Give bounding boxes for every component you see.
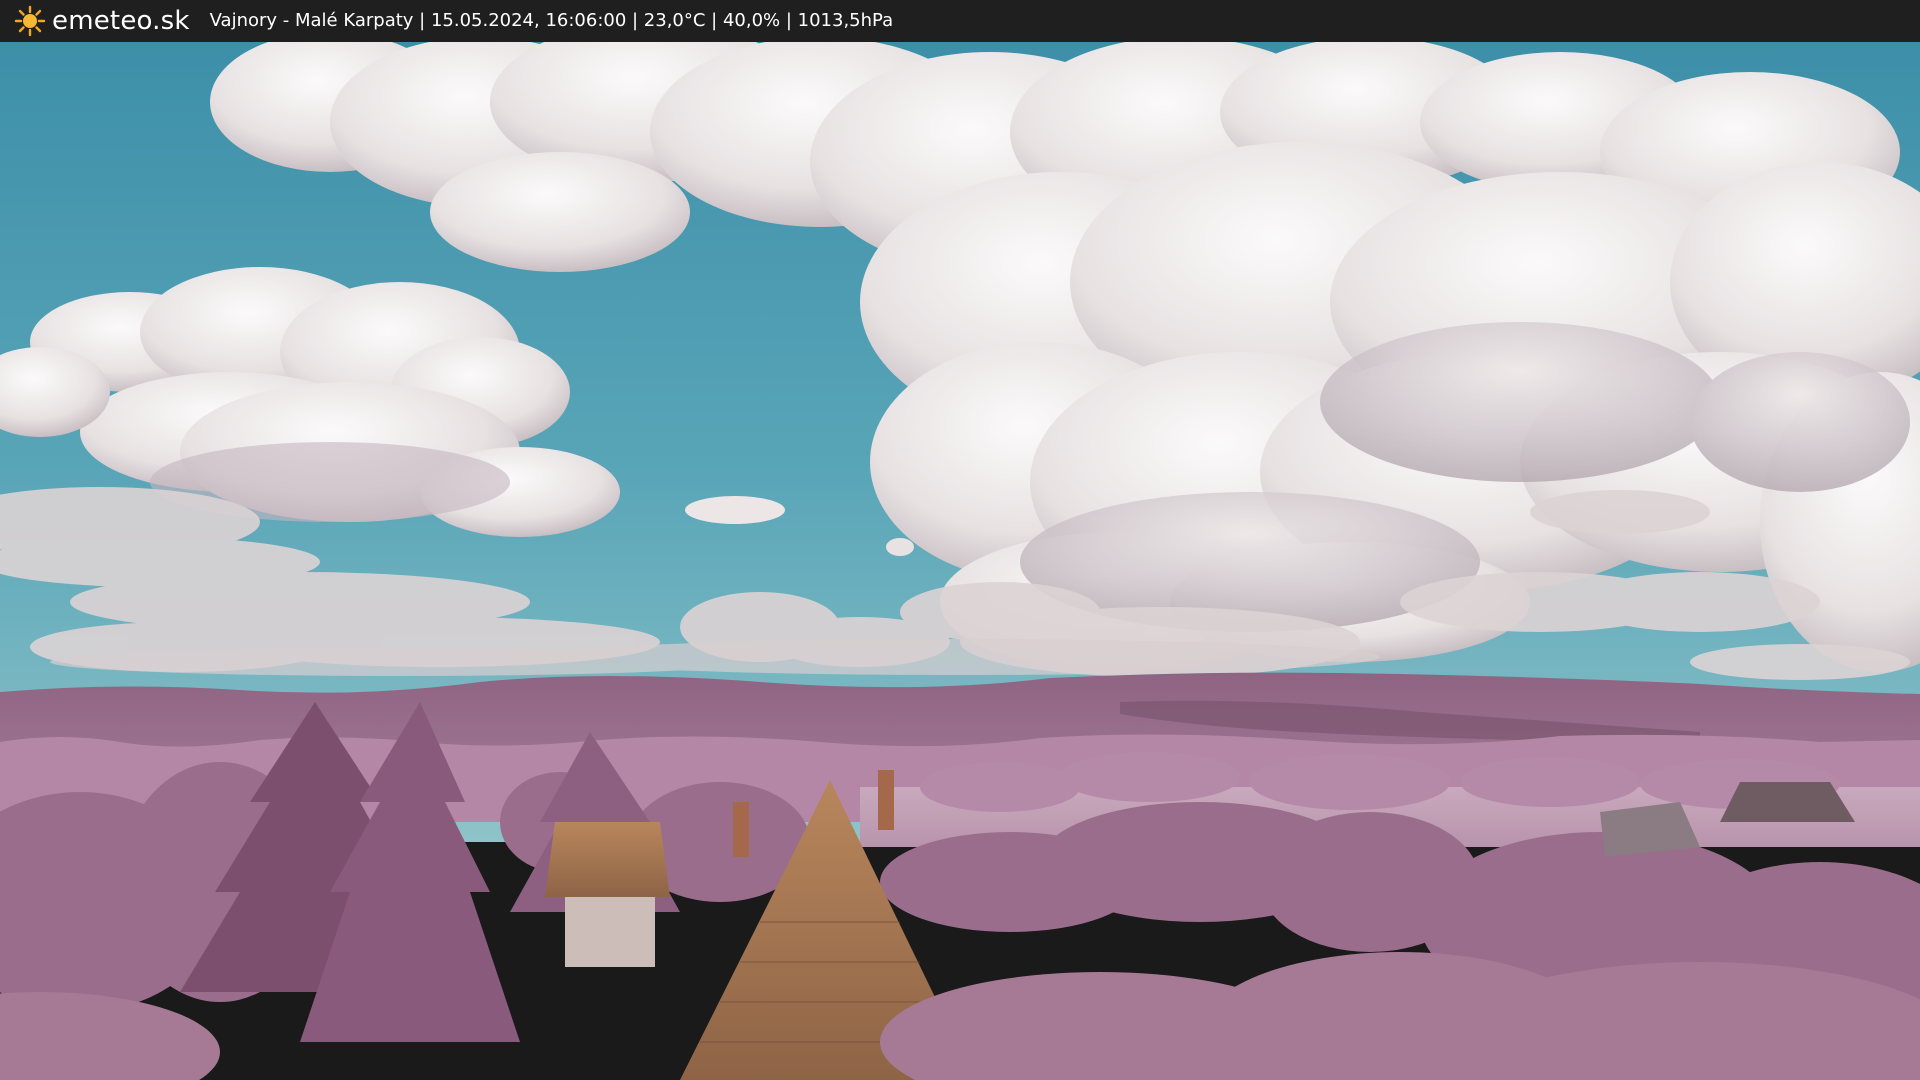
sun-icon	[14, 5, 46, 37]
caption-bar: emeteo.sk Vajnory - Malé Karpaty | 15.05…	[0, 0, 1920, 42]
webcam-frame: emeteo.sk Vajnory - Malé Karpaty | 15.05…	[0, 0, 1920, 1080]
webcam-image	[0, 42, 1920, 1080]
site-logo[interactable]: emeteo.sk	[14, 5, 190, 37]
site-name: emeteo.sk	[52, 6, 190, 36]
weather-caption: Vajnory - Malé Karpaty | 15.05.2024, 16:…	[209, 10, 894, 31]
landscape-scene	[0, 42, 1920, 1080]
